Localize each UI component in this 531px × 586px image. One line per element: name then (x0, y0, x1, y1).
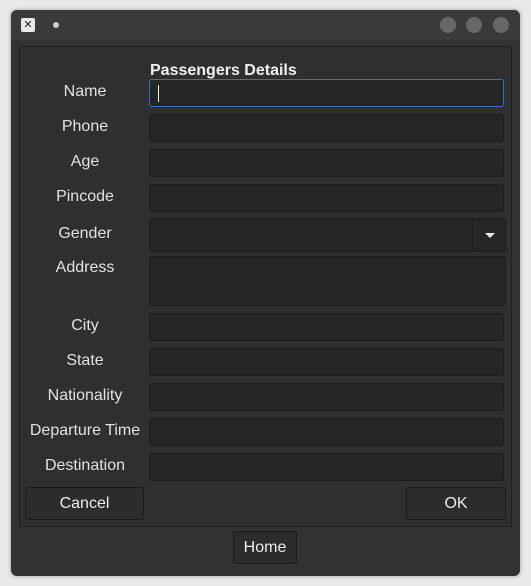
combo-separator (472, 219, 473, 251)
city-label: City (71, 317, 99, 334)
city-field[interactable] (149, 313, 504, 341)
departure-time-field[interactable] (149, 418, 504, 446)
destination-label: Destination (44, 457, 126, 474)
chevron-down-icon[interactable] (485, 233, 495, 238)
maximize-button[interactable] (466, 17, 482, 33)
pincode-field[interactable] (149, 184, 504, 212)
app-window: ✕ Passengers Details Name Phone Age Pinc… (11, 10, 520, 576)
age-label: Age (70, 153, 100, 170)
name-label: Name (63, 83, 107, 100)
close-button[interactable] (493, 17, 509, 33)
state-label: State (66, 352, 104, 369)
departure-time-label: Departure Time (29, 422, 141, 439)
passenger-form-panel: Passengers Details Name Phone Age Pincod… (19, 46, 512, 527)
form-title: Passengers Details (150, 62, 297, 79)
age-field[interactable] (149, 149, 504, 177)
ok-button[interactable]: OK (406, 487, 506, 520)
pin-icon[interactable] (53, 22, 59, 28)
gender-label: Gender (58, 225, 112, 242)
phone-field[interactable] (149, 114, 504, 142)
state-field[interactable] (149, 348, 504, 376)
app-icon[interactable]: ✕ (21, 18, 35, 32)
home-button[interactable]: Home (233, 531, 297, 564)
nationality-label: Nationality (47, 387, 123, 404)
title-bar[interactable]: ✕ (11, 10, 520, 40)
address-label: Address (55, 259, 115, 276)
name-field[interactable] (149, 79, 504, 107)
text-cursor (158, 85, 159, 102)
destination-field[interactable] (149, 453, 504, 481)
nationality-field[interactable] (149, 383, 504, 411)
cancel-button[interactable]: Cancel (25, 487, 144, 520)
address-textarea[interactable] (149, 256, 506, 306)
phone-label: Phone (61, 118, 109, 135)
gender-select[interactable] (149, 218, 506, 252)
minimize-button[interactable] (440, 17, 456, 33)
pincode-label: Pincode (56, 188, 114, 205)
